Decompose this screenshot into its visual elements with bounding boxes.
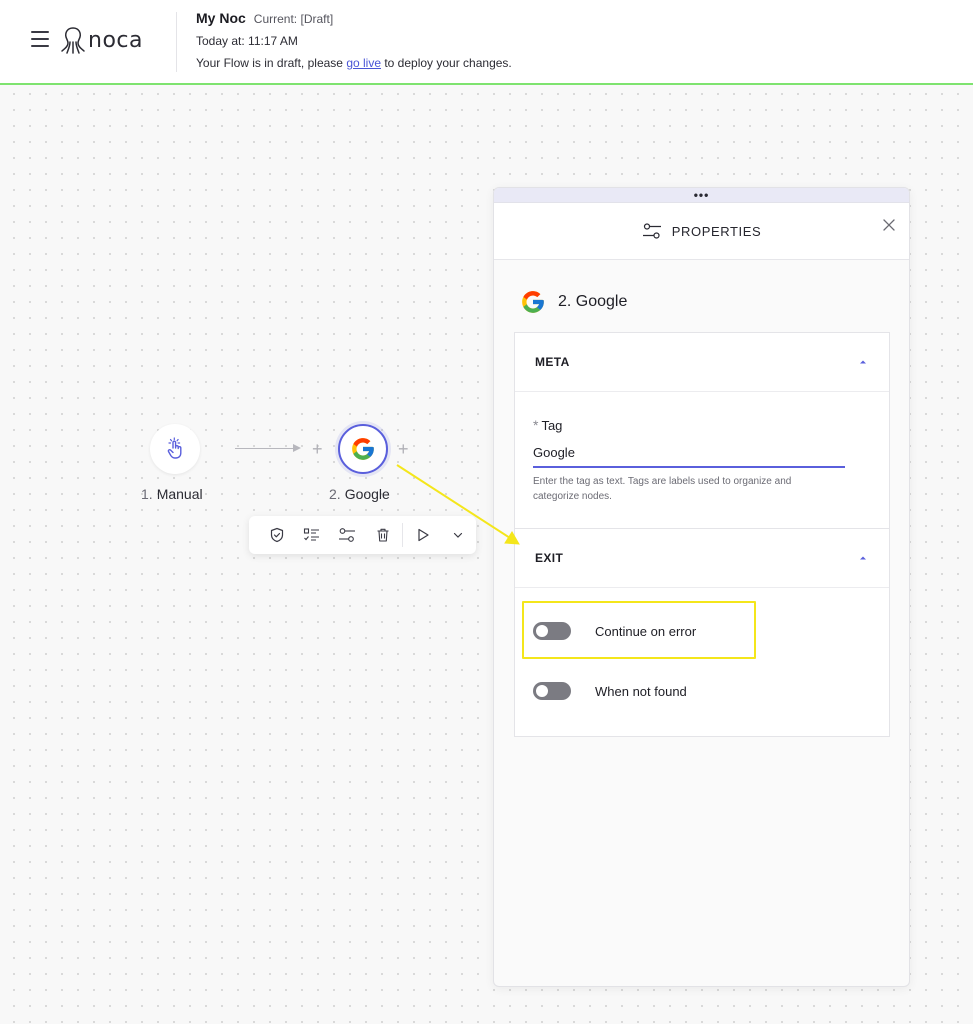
header-divider	[176, 12, 177, 72]
flow-version: Current: [Draft]	[253, 12, 334, 26]
connector-arrow-icon	[293, 444, 301, 452]
panel-drag-handle[interactable]: •••	[494, 188, 909, 203]
delete-node-button[interactable]	[365, 519, 400, 551]
flow-timestamp: Today at: 11:17 AM	[196, 34, 298, 48]
tag-help-text: Enter the tag as text. Tags are labels u…	[533, 476, 792, 502]
chevron-down-icon	[454, 532, 463, 538]
tag-input[interactable]	[533, 440, 845, 468]
flow-title: My Noc	[196, 10, 246, 26]
when-not-found-toggle[interactable]	[533, 682, 571, 700]
google-icon	[522, 291, 544, 313]
properties-button[interactable]	[330, 519, 365, 551]
validate-button[interactable]	[259, 519, 294, 551]
google-node[interactable]	[338, 424, 388, 474]
toggle-knob	[536, 625, 548, 637]
exit-section: EXIT Continue on error When not found	[514, 528, 890, 737]
google-node-label: 2. Google	[329, 486, 390, 502]
list-check-icon	[303, 528, 320, 541]
chevron-up-icon	[860, 360, 866, 364]
when-not-found-label: When not found	[595, 683, 687, 699]
add-node-after-icon[interactable]: +	[398, 440, 409, 458]
when-not-found-row: When not found	[533, 682, 687, 700]
exit-section-title: EXIT	[535, 551, 564, 565]
draft-message-after: to deploy your changes.	[381, 56, 512, 70]
meta-section: META *Tag Enter the tag as text. Tags ar…	[514, 332, 890, 529]
google-icon	[352, 438, 374, 460]
exit-section-header[interactable]: EXIT	[515, 529, 889, 588]
sliders-icon	[642, 223, 661, 239]
chevron-up-icon	[860, 556, 866, 560]
selected-node-title: 2. Google	[558, 293, 628, 310]
octopus-logo-icon	[61, 27, 85, 54]
draft-message-before: Your Flow is in draft, please	[196, 56, 347, 70]
shield-check-icon	[270, 527, 283, 543]
continue-on-error-label: Continue on error	[595, 623, 697, 639]
more-options-button[interactable]	[441, 519, 476, 551]
properties-panel: ••• PROPERTIES 2. Google META * Tag Goog…	[493, 187, 910, 987]
toggle-knob	[536, 685, 548, 697]
selected-node-header: 2. Google	[520, 289, 627, 315]
manual-node-label: 1. Manual	[141, 486, 203, 502]
sliders-icon	[339, 528, 356, 542]
google-node-number: 2.	[329, 486, 341, 502]
meta-section-title: META	[535, 355, 570, 369]
required-marker: *	[533, 417, 539, 433]
checklist-button[interactable]	[294, 519, 329, 551]
run-node-button[interactable]	[405, 519, 440, 551]
add-node-before-icon[interactable]: +	[312, 440, 323, 458]
continue-on-error-row: Continue on error	[533, 622, 696, 640]
meta-section-header[interactable]: META	[515, 333, 889, 392]
drag-dots-icon: •••	[693, 188, 710, 202]
panel-title: PROPERTIES	[671, 223, 762, 239]
trash-icon	[377, 528, 389, 542]
node-connector-line	[235, 448, 299, 449]
continue-on-error-toggle[interactable]	[533, 622, 571, 640]
hand-pointer-icon	[167, 437, 182, 459]
top-header: noca My Noc Current: [Draft] Today at: 1…	[0, 0, 973, 85]
manual-node-number: 1.	[141, 486, 153, 502]
hamburger-menu-icon[interactable]	[31, 31, 49, 47]
draft-message: Your Flow is in draft, please go live to…	[196, 56, 512, 70]
node-toolbar	[249, 516, 476, 554]
noca-logo[interactable]: noca	[60, 24, 143, 56]
panel-header: PROPERTIES	[494, 203, 909, 260]
tag-label-text: Tag	[541, 418, 563, 433]
toolbar-divider	[402, 523, 404, 547]
flow-info: My Noc Current: [Draft] Today at: 11:17 …	[196, 10, 512, 70]
google-node-name: Google	[344, 486, 390, 502]
manual-node[interactable]	[150, 424, 200, 474]
close-icon[interactable]	[881, 217, 897, 233]
play-icon	[418, 528, 429, 542]
tag-field-label: * Tag	[533, 417, 562, 433]
manual-node-name: Manual	[156, 486, 203, 502]
go-live-link[interactable]: go live	[346, 56, 381, 70]
logo-text: noca	[88, 27, 143, 53]
